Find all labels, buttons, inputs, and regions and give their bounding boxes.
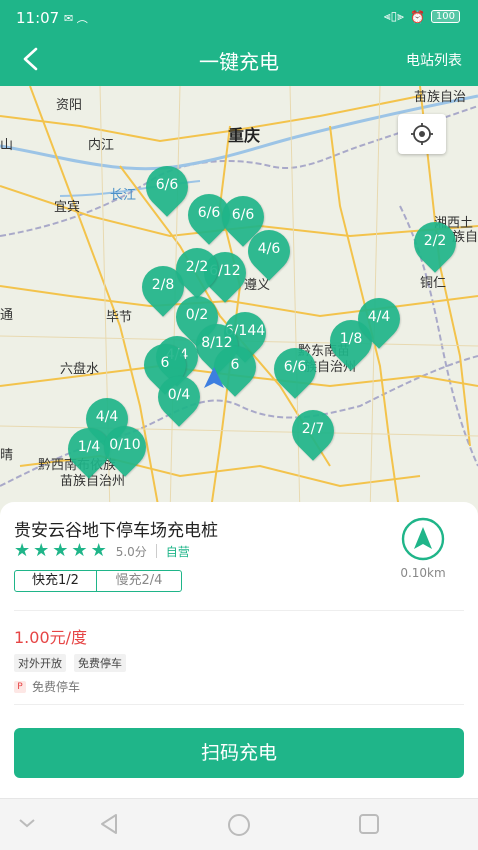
divider [14,704,464,705]
price-text: 1.00元/度 [14,628,88,647]
station-pin[interactable]: 4/6 [239,221,299,281]
status-bar: 11:07 ✉ ︵ ⫷▯⫸ ⏰ 100 [0,0,478,34]
station-card[interactable]: 贵安云谷地下停车场充电桩 ★ ★ ★ ★ ★ 5.0分 自营 快充1/2 慢充2… [0,502,478,798]
star-icon: ★ [33,540,50,561]
slow-charge-count: 慢充2/4 [115,573,163,588]
station-name: 贵安云谷地下停车场充电桩 [14,521,218,541]
battery-icon: 100 [430,10,460,23]
nav-down-icon[interactable] [18,817,36,829]
map-view[interactable]: 重庆 资阳 内江 山 宜宾 长江 遵义 毕节 六盘水 黔东南苗 族自治州 铜仁 … [0,86,478,516]
app-header: 一键充电 电站列表 [0,34,478,86]
locate-icon [411,123,433,145]
feature-tags: 对外开放 免费停车 [14,654,126,672]
navigate-button[interactable] [400,516,446,562]
self-run-tag: 自营 [165,544,190,559]
map-label: 长江 [110,188,137,203]
station-pin[interactable]: 2/2 [405,213,465,273]
map-label: 内江 [88,138,115,153]
navigate-icon [401,517,445,561]
parking-icon: P [14,680,26,693]
star-icon: ★ [71,540,88,561]
distance-text: 0.10km [400,566,446,580]
nav-back-icon[interactable] [98,813,120,835]
locate-button[interactable] [398,114,446,154]
station-pin[interactable]: 2/2 [167,239,227,299]
map-label: 苗族自治 [414,90,467,105]
status-time: 11:07 [16,9,60,27]
divider [155,544,157,558]
charger-availability: 快充1/2 慢充2/4 [14,570,182,592]
map-label: 通 [0,308,14,323]
nav-home-icon[interactable] [227,813,251,837]
star-icon: ★ [52,540,69,561]
status-right-icons: ⫷▯⫸ ⏰ 100 [384,9,460,24]
fast-charge-count: 快充1/2 [15,571,97,591]
star-icon: ★ [14,540,31,561]
station-pin[interactable]: 4/4 [349,289,409,349]
map-label: 铜仁 [420,276,447,291]
tag-open: 对外开放 [14,654,66,672]
nav-recent-icon[interactable] [358,813,380,835]
current-location-icon [204,367,224,388]
star-icon: ★ [90,540,107,561]
divider [14,610,464,611]
station-pin[interactable]: 6/6 [137,157,197,217]
station-list-link[interactable]: 电站列表 [406,50,462,70]
station-pin[interactable]: 6/6 [265,339,325,399]
station-pin[interactable]: 2/7 [283,401,343,461]
map-label: 宜宾 [54,200,81,215]
map-label: 毕节 [106,310,133,325]
parking-info: P 免费停车 [14,678,80,695]
map-label: 六盘水 [60,362,100,377]
map-label: 重庆 [228,126,261,145]
rating-score: 5.0分 [115,544,147,559]
parking-text: 免费停车 [32,680,81,694]
status-notification-icons: ✉ ︵ [64,12,88,25]
scan-charge-button[interactable]: 扫码充电 [14,728,464,778]
system-nav-bar [0,798,478,850]
station-pin[interactable]: 0/10 [95,417,155,477]
alarm-icon: ⏰ [409,9,425,24]
station-pin[interactable]: 0/4 [149,367,209,427]
vibrate-icon: ⫷▯⫸ [383,9,404,23]
map-label: 晴 [0,448,14,463]
map-label: 资阳 [56,98,83,113]
tag-free-parking: 免费停车 [74,654,126,672]
rating-row: ★ ★ ★ ★ ★ 5.0分 自营 [14,542,190,560]
map-label: 山 [0,138,14,153]
